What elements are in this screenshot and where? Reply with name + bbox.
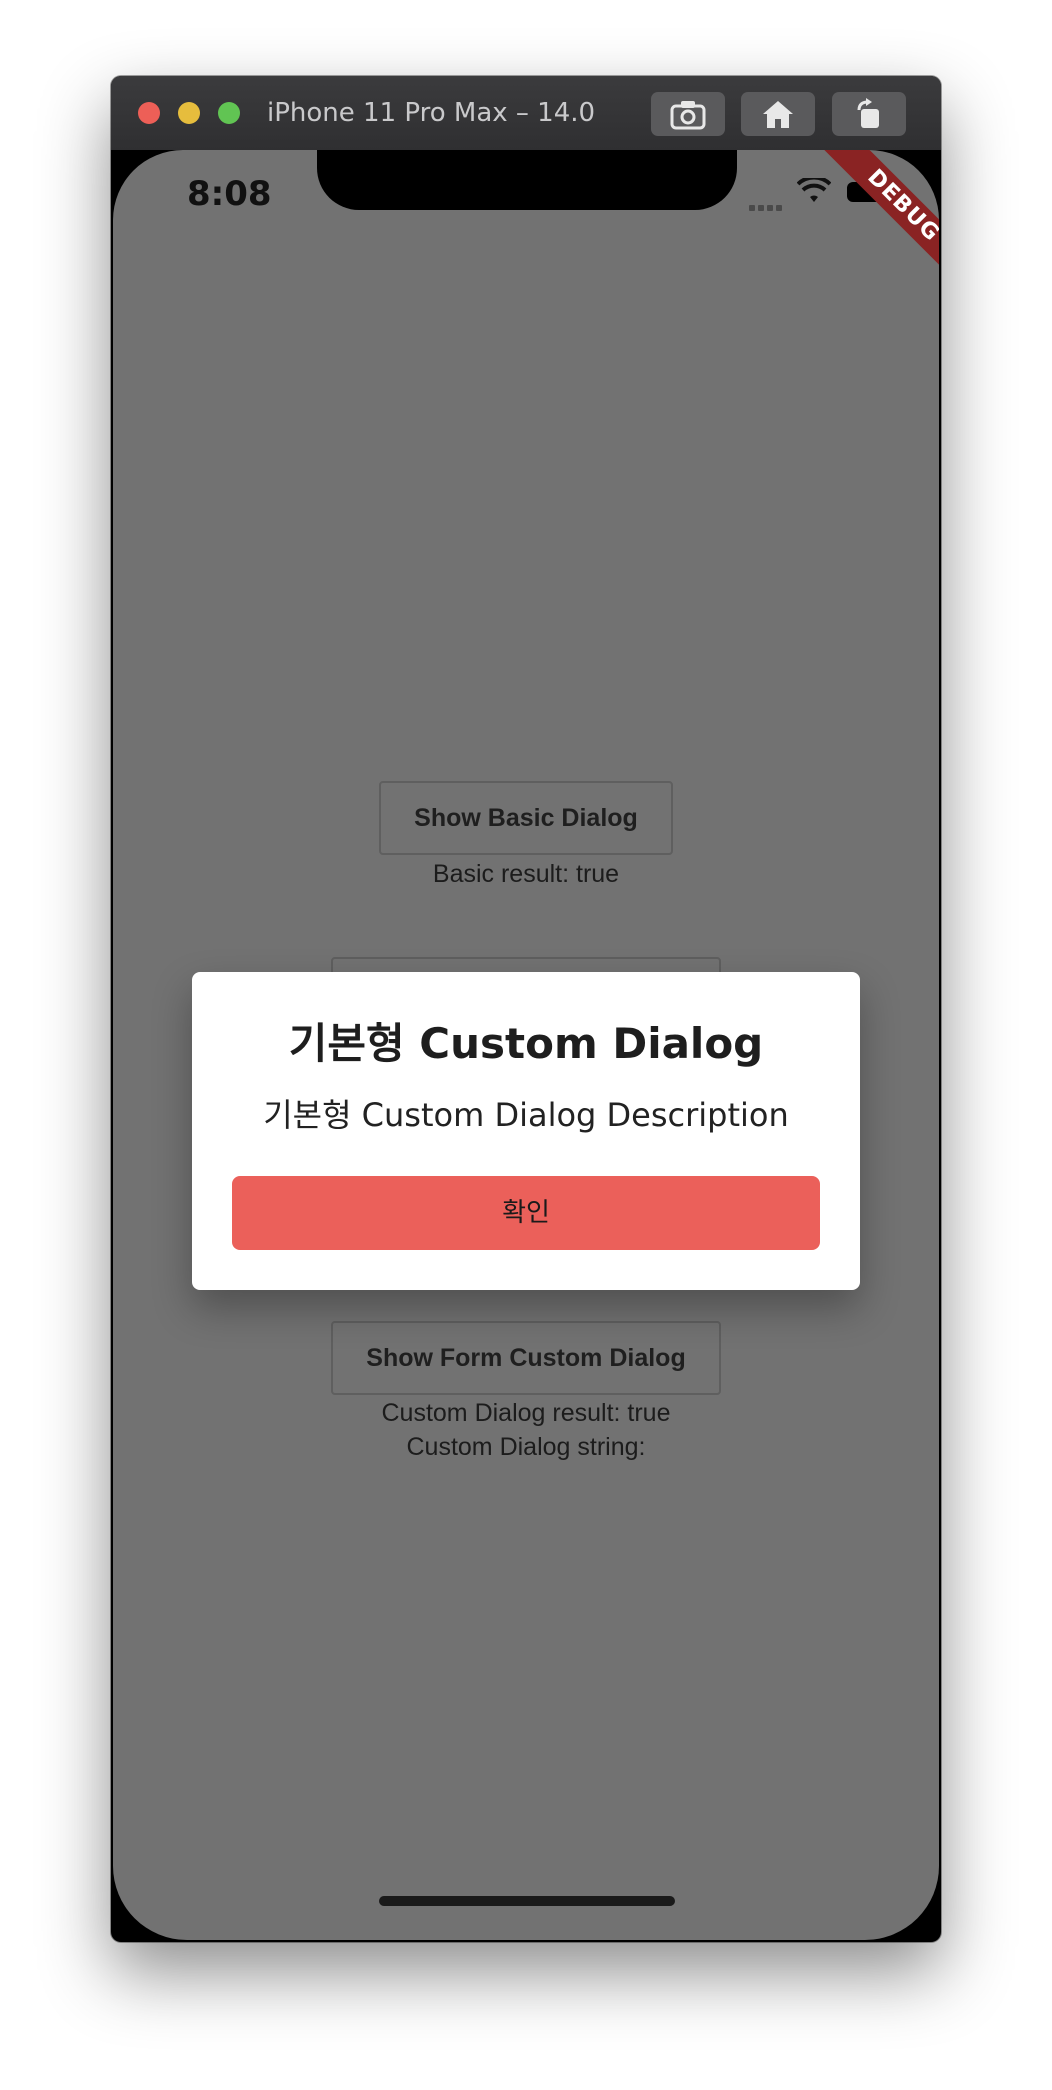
screenshot-icon: [670, 101, 706, 130]
screenshot-button[interactable]: [651, 92, 725, 136]
rotate-icon: [857, 98, 879, 128]
device-notch: [317, 150, 737, 210]
window-titlebar[interactable]: iPhone 11 Pro Max – 14.0: [111, 76, 941, 150]
custom-dialog-result-text: Custom Dialog result: true: [381, 1399, 671, 1427]
window-title: iPhone 11 Pro Max – 14.0: [267, 98, 596, 128]
basic-result-text: Basic result: true: [432, 860, 620, 888]
wifi-icon: [797, 178, 831, 202]
custom-dialog: 기본형 Custom Dialog 기본형 Custom Dialog Desc…: [192, 972, 860, 1290]
home-icon: [763, 101, 793, 128]
minimize-window-button[interactable]: [178, 102, 200, 124]
debug-banner: DEBUG: [799, 150, 939, 310]
custom-dialog-string-text: Custom Dialog string:: [406, 1433, 646, 1461]
home-button[interactable]: [741, 92, 815, 136]
show-basic-dialog-button[interactable]: Show Basic Dialog: [379, 781, 673, 855]
confirm-button[interactable]: 확인: [232, 1176, 820, 1250]
rotate-button[interactable]: [832, 92, 906, 136]
close-window-button[interactable]: [138, 102, 160, 124]
dialog-description: 기본형 Custom Dialog Description: [263, 1096, 789, 1134]
zoom-window-button[interactable]: [218, 102, 240, 124]
dialog-title: 기본형 Custom Dialog: [288, 1019, 764, 1068]
simulator-window: iPhone 11 Pro Max – 14.0 8:08 DEBUG Show…: [111, 76, 941, 1942]
cellular-signal-icon: [749, 196, 785, 215]
status-bar-time: 8:08: [187, 174, 272, 214]
device-screen: 8:08 DEBUG Show Basic Dialog Basic resul…: [113, 150, 939, 1940]
show-form-custom-dialog-button[interactable]: Show Form Custom Dialog: [331, 1321, 721, 1395]
home-indicator[interactable]: [379, 1896, 675, 1906]
